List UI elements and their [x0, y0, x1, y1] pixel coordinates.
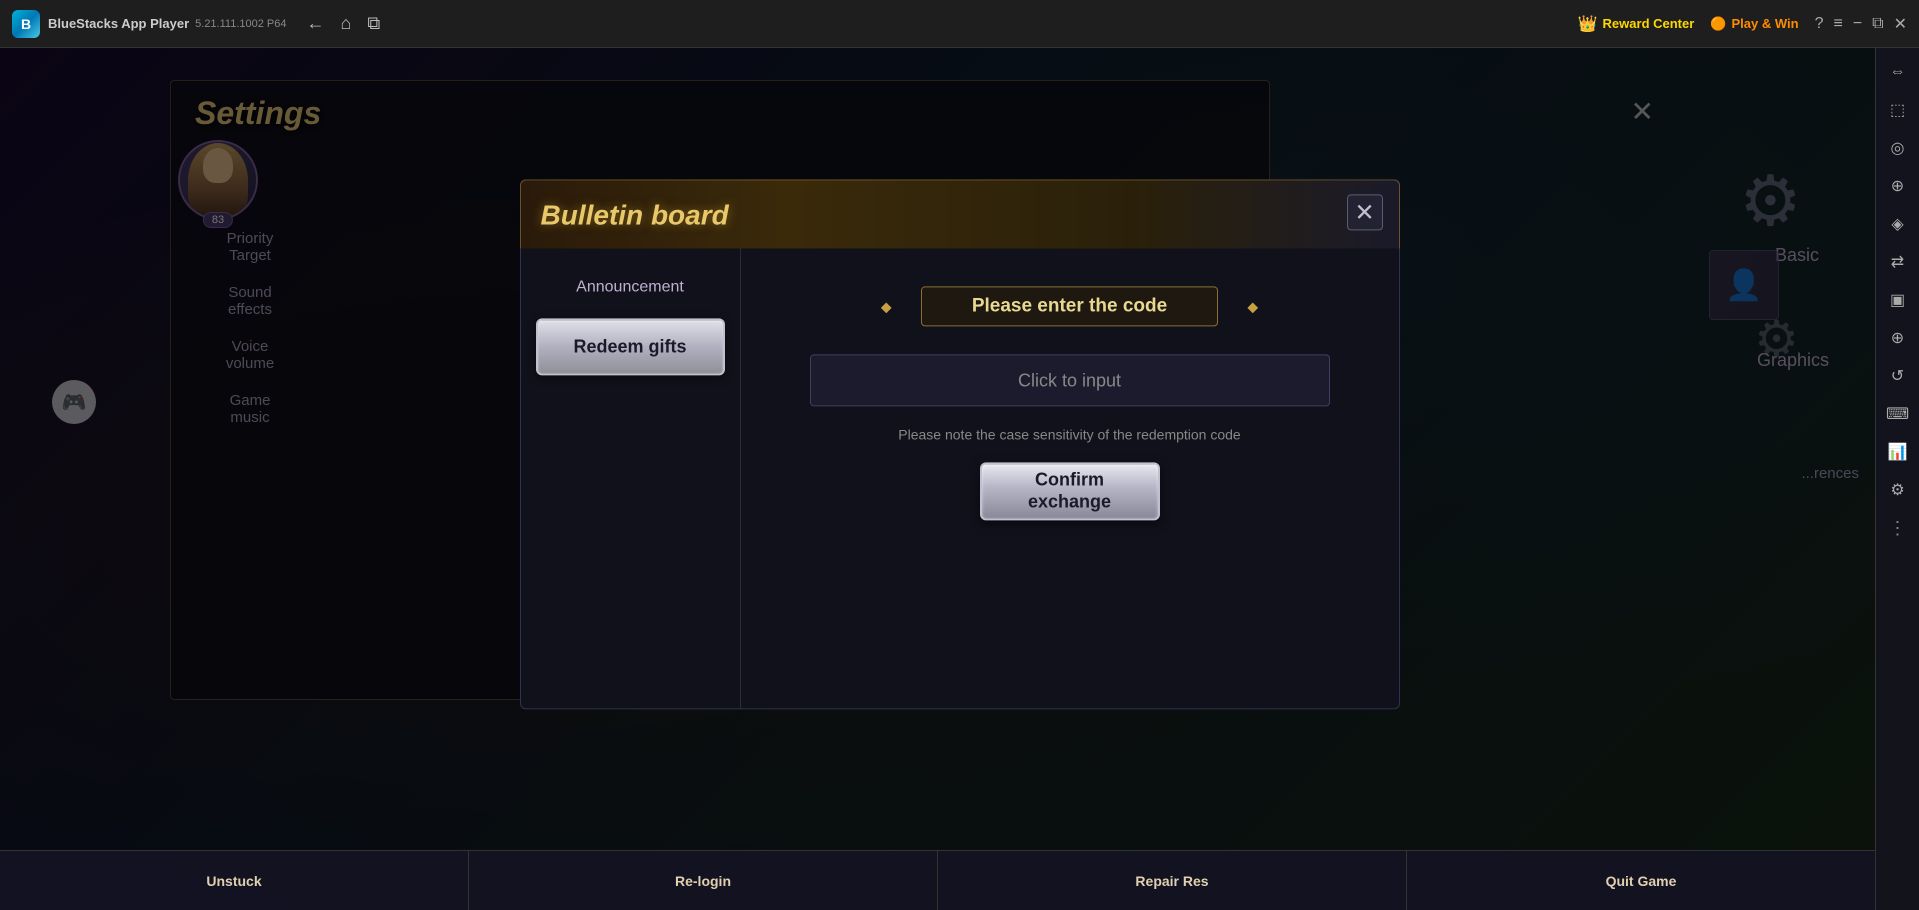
- tabs-button[interactable]: ⧉: [367, 13, 380, 34]
- app-logo: B: [12, 10, 40, 38]
- sidebar-rotate-icon[interactable]: ⇄: [1882, 246, 1914, 278]
- back-button[interactable]: ←: [306, 13, 324, 34]
- topbar-right: 👑 Reward Center 🟠 Play & Win ? ≡ − ⧉ ✕: [1578, 14, 1907, 34]
- bulletin-dialog: Bulletin board ✕ Announcement Redeem gif…: [520, 179, 1400, 709]
- repair-res-button[interactable]: Repair Res: [938, 851, 1407, 910]
- tab-announcement[interactable]: Announcement: [536, 268, 725, 306]
- unstuck-button[interactable]: Unstuck: [0, 851, 469, 910]
- menu-button[interactable]: ≡: [1833, 15, 1842, 33]
- reward-center-label: Reward Center: [1603, 16, 1695, 31]
- sidebar-gamepad-icon[interactable]: ◈: [1882, 208, 1914, 240]
- quit-game-button[interactable]: Quit Game: [1407, 851, 1875, 910]
- confirm-label-line1: Confirm: [1035, 470, 1104, 492]
- confirm-exchange-button[interactable]: Confirm exchange: [980, 462, 1160, 520]
- close-button[interactable]: ✕: [1894, 14, 1907, 34]
- right-sidebar: ⇔ ⬚ ◎ ⊕ ◈ ⇄ ▣ ⊕ ↺ ⌨ 📊 ⚙ ⋮: [1875, 48, 1919, 910]
- sidebar-macro-icon[interactable]: ⌨: [1882, 398, 1914, 430]
- sidebar-refresh-icon[interactable]: ↺: [1882, 360, 1914, 392]
- code-title-badge: Please enter the code: [881, 278, 1258, 334]
- sidebar-screenshot-icon[interactable]: ⬚: [1882, 94, 1914, 126]
- bottom-bar: Unstuck Re-login Repair Res Quit Game: [0, 850, 1875, 910]
- restore-button[interactable]: ⧉: [1872, 15, 1883, 33]
- bulletin-header: Bulletin board ✕: [520, 179, 1400, 249]
- sidebar-add-icon[interactable]: ⊕: [1882, 322, 1914, 354]
- play-win-button[interactable]: 🟠 Play & Win: [1710, 16, 1798, 32]
- tab-redeem-gifts[interactable]: Redeem gifts: [536, 318, 725, 375]
- sidebar-more-icon[interactable]: ⋮: [1882, 512, 1914, 544]
- home-button[interactable]: ⌂: [340, 13, 351, 34]
- bulletin-body: Announcement Redeem gifts Please enter t…: [520, 248, 1400, 709]
- code-input[interactable]: [811, 355, 1329, 405]
- sidebar-expand-icon[interactable]: ⇔: [1882, 56, 1914, 88]
- help-button[interactable]: ?: [1815, 15, 1824, 33]
- app-name: BlueStacks App Player: [48, 16, 189, 31]
- code-title-text: Please enter the code: [921, 286, 1218, 326]
- code-input-wrapper[interactable]: [810, 354, 1330, 406]
- topbar: B BlueStacks App Player 5.21.111.1002 P6…: [0, 0, 1919, 48]
- play-win-label: Play & Win: [1731, 16, 1798, 31]
- topbar-actions: ? ≡ − ⧉ ✕: [1815, 14, 1907, 34]
- confirm-label-line2: exchange: [1028, 491, 1111, 513]
- bulletin-close-button[interactable]: ✕: [1347, 194, 1383, 230]
- sidebar-performance-icon[interactable]: 📊: [1882, 436, 1914, 468]
- sidebar-location-icon[interactable]: ⊕: [1882, 170, 1914, 202]
- bulletin-title: Bulletin board: [541, 199, 729, 231]
- crown-icon: 👑: [1578, 14, 1598, 34]
- bulletin-content: Please enter the code Please note the ca…: [741, 248, 1399, 708]
- sidebar-grid-icon[interactable]: ▣: [1882, 284, 1914, 316]
- sidebar-settings-gear-icon[interactable]: ⚙: [1882, 474, 1914, 506]
- reward-center-button[interactable]: 👑 Reward Center: [1578, 14, 1695, 34]
- sidebar-camera-icon[interactable]: ◎: [1882, 132, 1914, 164]
- play-icon: 🟠: [1710, 16, 1726, 32]
- app-version: 5.21.111.1002 P64: [195, 18, 286, 30]
- topbar-nav: ← ⌂ ⧉: [306, 13, 380, 34]
- code-case-note: Please note the case sensitivity of the …: [898, 426, 1240, 442]
- relogin-button[interactable]: Re-login: [469, 851, 938, 910]
- minimize-button[interactable]: −: [1853, 15, 1862, 33]
- bulletin-tabs: Announcement Redeem gifts: [521, 248, 741, 708]
